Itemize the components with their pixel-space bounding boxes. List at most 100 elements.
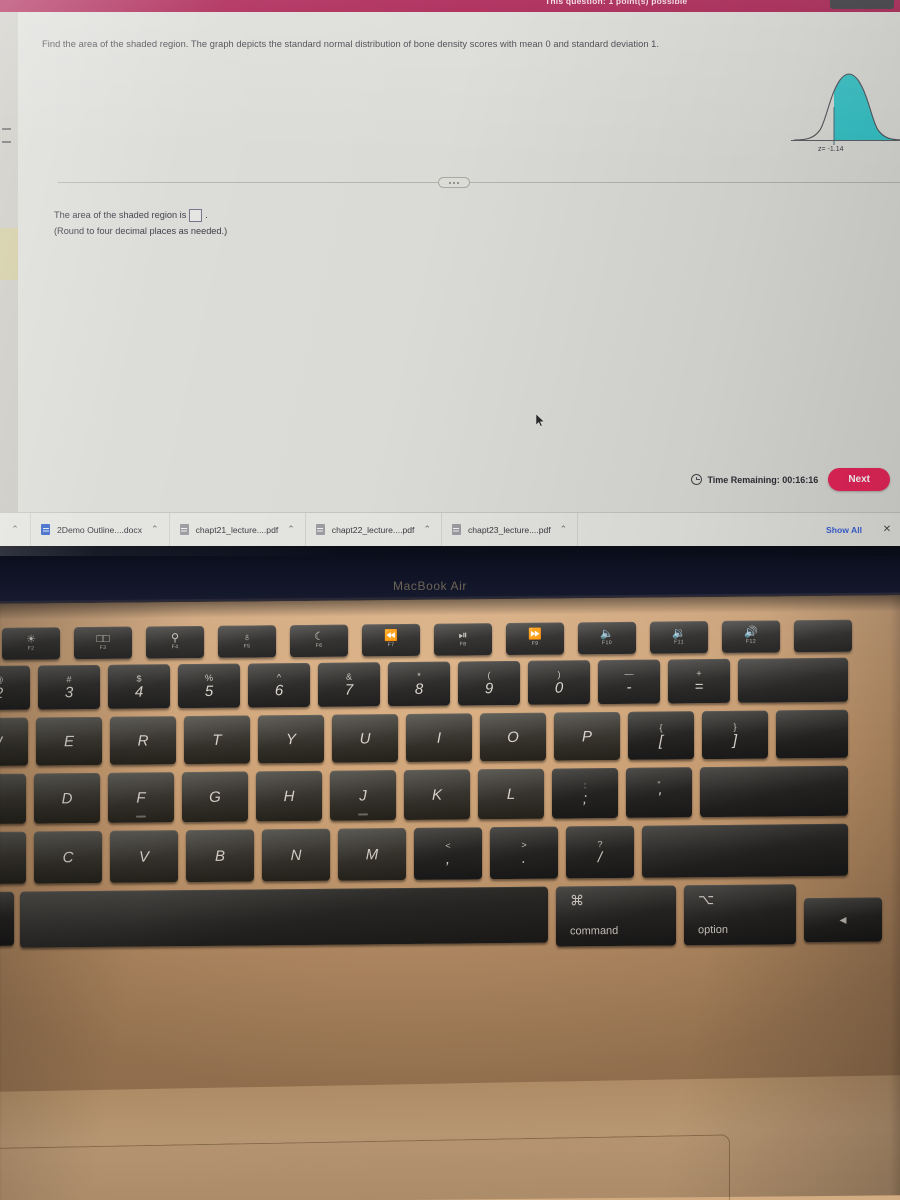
- download-item-pdf-22[interactable]: chapt22_lecture....pdf ⌃: [304, 513, 441, 546]
- command-symbol-icon: ⌘: [570, 892, 584, 909]
- key-fn[interactable]: fn: [0, 891, 14, 947]
- key-t[interactable]: T: [184, 715, 250, 765]
- key-bracket-right[interactable]: } ]: [702, 710, 768, 760]
- download-item-pdf-23[interactable]: chapt23_lecture....pdf ⌃: [440, 513, 577, 546]
- key-f11[interactable]: 🔉 F11: [650, 621, 708, 654]
- key-d[interactable]: D: [34, 772, 100, 824]
- key-f13[interactable]: [794, 619, 852, 653]
- key-f8[interactable]: ⏯ F8: [434, 623, 492, 656]
- left-arrow-key[interactable]: ◀: [804, 897, 882, 943]
- download-item-docx[interactable]: 2Demo Outline....docx ⌃: [30, 513, 169, 546]
- key-k[interactable]: K: [404, 769, 470, 821]
- question-points-text: This question: 1 point(s) possible: [545, 0, 688, 6]
- chevron-up-icon[interactable]: ⌃: [423, 524, 431, 535]
- key-7[interactable]: & 7: [318, 662, 380, 707]
- chevron-up-icon[interactable]: ⌃: [287, 524, 295, 535]
- key-e[interactable]: E: [36, 716, 102, 766]
- next-button[interactable]: Next: [828, 468, 890, 491]
- key-letter: P: [581, 727, 592, 745]
- key-r[interactable]: R: [110, 716, 176, 765]
- key-f3[interactable]: □□ F3: [74, 626, 132, 660]
- left-rail: [0, 12, 18, 512]
- key-f2[interactable]: ☀ F2: [2, 627, 60, 660]
- key-minus[interactable]: — -: [598, 659, 660, 705]
- key-b[interactable]: B: [186, 829, 254, 883]
- key-u[interactable]: U: [332, 714, 398, 763]
- key-comma[interactable]: < ,: [414, 827, 482, 880]
- key-l[interactable]: L: [478, 768, 544, 820]
- downloads-scroll-left-icon[interactable]: ⌃: [0, 513, 30, 546]
- key-f12[interactable]: 🔊 F12: [722, 620, 780, 653]
- key-s[interactable]: S: [0, 773, 26, 825]
- key-top-symbol: %: [204, 672, 213, 683]
- divider-drag-handle[interactable]: [438, 177, 470, 188]
- key-c[interactable]: C: [34, 830, 102, 884]
- key-2[interactable]: @ 2: [0, 665, 30, 711]
- key-f10[interactable]: 🔈 F10: [578, 621, 636, 655]
- chevron-up-icon[interactable]: ⌃: [560, 524, 568, 535]
- key-j[interactable]: J: [330, 770, 396, 821]
- key-5[interactable]: % 5: [178, 663, 240, 709]
- key-delete[interactable]: [738, 657, 848, 703]
- rail-highlight-marker: [0, 228, 18, 280]
- show-all-downloads-link[interactable]: Show All: [814, 513, 874, 546]
- key-period[interactable]: > .: [490, 826, 558, 880]
- key-y[interactable]: Y: [258, 714, 324, 764]
- fast-forward-icon: ⏩: [528, 628, 542, 641]
- key-backslash[interactable]: [776, 709, 848, 759]
- key-top-symbol: ^: [276, 671, 282, 682]
- key-f4[interactable]: ⚲ F4: [146, 625, 204, 659]
- key-h[interactable]: H: [256, 770, 322, 822]
- keyboard-deck: ☀ F2 □□ F3 ⚲ F4 ♁ F5 ☾ F6 ⏪ F7 ⏯ F8 ⏩ F9…: [0, 594, 900, 1200]
- key-semicolon[interactable]: : ;: [552, 767, 618, 819]
- key-o[interactable]: O: [480, 712, 546, 762]
- trackpad[interactable]: [0, 1134, 730, 1200]
- left-arrow-icon: ◀: [839, 914, 847, 925]
- key-f5[interactable]: ♁ F5: [218, 625, 276, 658]
- key-bracket-left[interactable]: { [: [628, 711, 694, 760]
- key-8[interactable]: * 8: [388, 661, 450, 707]
- download-item-label: chapt22_lecture....pdf: [331, 524, 415, 535]
- key-4[interactable]: $ 4: [108, 664, 170, 709]
- section-divider: [58, 182, 900, 183]
- palm-rest: [0, 1075, 900, 1200]
- key-top-symbol: :: [583, 779, 587, 790]
- command-key[interactable]: ⌘ command: [556, 885, 676, 947]
- pdf-document-icon: [179, 524, 189, 535]
- option-key[interactable]: ⌥ option: [684, 884, 796, 946]
- key-letter: N: [290, 846, 302, 864]
- home-row-bump: [358, 813, 368, 816]
- key-f[interactable]: F: [108, 772, 174, 823]
- key-f9[interactable]: ⏩ F9: [506, 622, 564, 656]
- key-f7[interactable]: ⏪ F7: [362, 623, 420, 657]
- key-quote[interactable]: " ': [626, 767, 692, 818]
- key-letter: V: [138, 847, 149, 866]
- close-downloads-bar-icon[interactable]: ✕: [874, 513, 900, 546]
- key-0[interactable]: ) 0: [528, 660, 590, 705]
- key-f6[interactable]: ☾ F6: [290, 624, 348, 658]
- key-x[interactable]: X: [0, 831, 26, 885]
- key-p[interactable]: P: [554, 711, 620, 761]
- key-return[interactable]: [700, 765, 848, 818]
- key-w[interactable]: W: [0, 717, 28, 767]
- key-spacebar[interactable]: [20, 886, 548, 948]
- key-v[interactable]: V: [110, 830, 178, 883]
- key-main-symbol: 6: [274, 681, 284, 699]
- answer-input[interactable]: [189, 208, 203, 222]
- chevron-up-icon[interactable]: ⌃: [151, 524, 159, 535]
- key-3[interactable]: # 3: [38, 664, 100, 710]
- key-9[interactable]: ( 9: [458, 660, 520, 706]
- header-button-placeholder[interactable]: [830, 0, 894, 9]
- key-shift-right[interactable]: [642, 823, 848, 878]
- download-item-pdf-21[interactable]: chapt21_lecture....pdf ⌃: [168, 513, 305, 546]
- key-slash[interactable]: ? /: [566, 825, 634, 879]
- key-i[interactable]: I: [406, 713, 472, 763]
- key-n[interactable]: N: [262, 828, 330, 882]
- key-6[interactable]: ^ 6: [248, 662, 310, 708]
- key-g[interactable]: G: [182, 771, 248, 823]
- key-m[interactable]: M: [338, 828, 406, 881]
- normal-distribution-figure: z= -1.14: [790, 64, 900, 162]
- key-equals[interactable]: + =: [668, 658, 730, 704]
- download-item-label: chapt23_lecture....pdf: [467, 524, 551, 535]
- key-fkey-label: F12: [745, 638, 757, 645]
